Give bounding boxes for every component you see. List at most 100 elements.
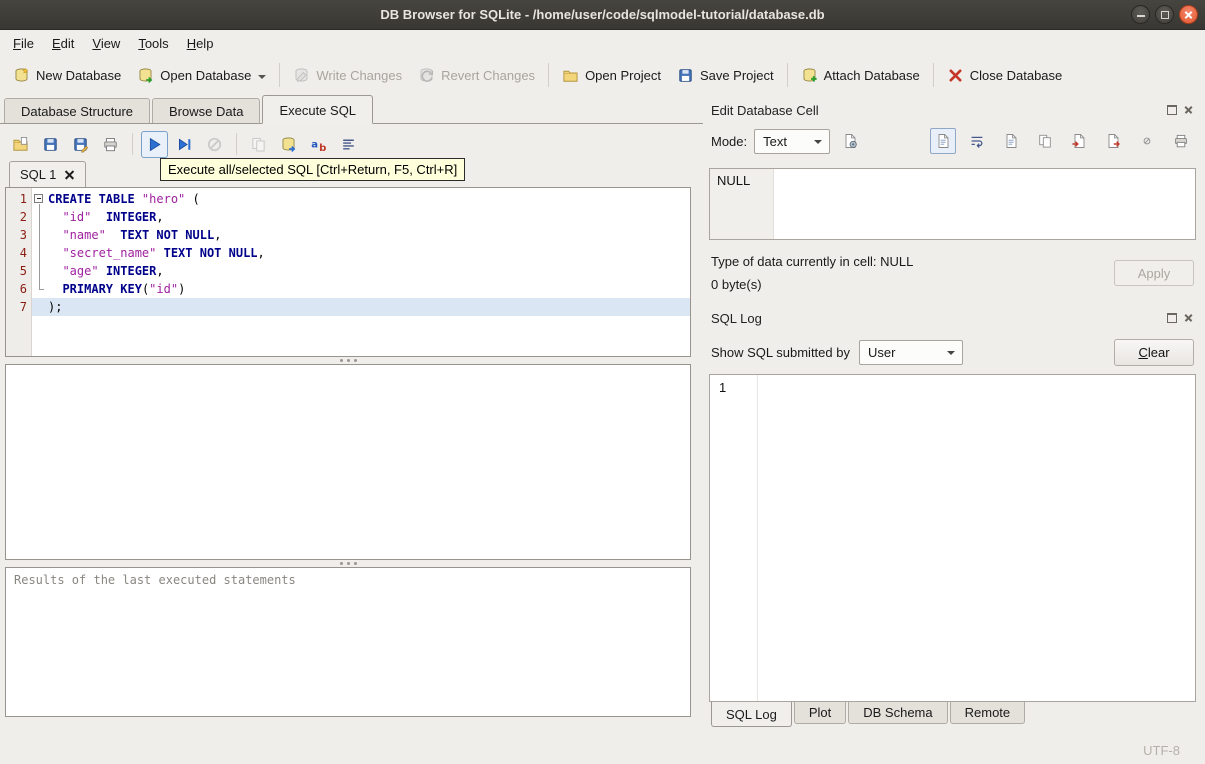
- revert-changes-icon: [418, 67, 435, 84]
- log-filter-select[interactable]: User: [858, 339, 963, 365]
- open-file-icon[interactable]: [998, 128, 1024, 154]
- save-sql-file-icon[interactable]: [37, 131, 64, 158]
- apply-button[interactable]: Apply: [1114, 260, 1194, 286]
- copy-icon[interactable]: [1032, 128, 1058, 154]
- minimize-icon[interactable]: [1131, 5, 1150, 24]
- word-wrap-icon[interactable]: [964, 128, 990, 154]
- cell-icon-group: [930, 128, 1194, 154]
- dock-float-icon[interactable]: [1166, 105, 1177, 116]
- set-null-icon[interactable]: [1134, 128, 1160, 154]
- edit-cell-dock-header: Edit Database Cell: [709, 98, 1196, 122]
- line-number: 6: [19, 282, 27, 296]
- maximize-icon[interactable]: [1155, 5, 1174, 24]
- open-database-dropdown-arrow[interactable]: [258, 74, 267, 83]
- fold-margin: [32, 244, 46, 262]
- editor-line-3: 3 "name" TEXT NOT NULL,: [6, 226, 690, 244]
- cell-mode-select[interactable]: Text: [754, 128, 831, 154]
- print-icon[interactable]: [97, 131, 124, 158]
- code-text[interactable]: CREATE TABLE "hero" (: [46, 190, 690, 208]
- export-data-icon[interactable]: [1100, 128, 1126, 154]
- query-results-grid: [5, 364, 691, 560]
- dock-float-icon[interactable]: [1166, 313, 1177, 324]
- dock-tab-remote[interactable]: Remote: [949, 702, 1026, 724]
- text-view-icon[interactable]: [930, 128, 956, 154]
- main-tab-bar: Database Structure Browse Data Execute SQL: [0, 94, 703, 124]
- fold-collapse-icon[interactable]: [34, 194, 43, 203]
- code-text[interactable]: "id" INTEGER,: [46, 208, 690, 226]
- stop-icon[interactable]: [201, 131, 228, 158]
- line-number: 5: [19, 264, 27, 278]
- execute-all-icon[interactable]: [141, 130, 168, 158]
- code-text[interactable]: "secret_name" TEXT NOT NULL,: [46, 244, 690, 262]
- dock-tab-db-schema[interactable]: DB Schema: [848, 702, 948, 724]
- toolbar-close-database[interactable]: Close Database: [939, 62, 1071, 89]
- encoding-label: UTF-8: [1143, 742, 1180, 758]
- import-settings-icon[interactable]: [837, 128, 863, 154]
- status-bar: UTF-8: [0, 736, 1205, 764]
- titlebar[interactable]: DB Browser for SQLite - /home/user/code/…: [0, 0, 1205, 30]
- sql-tab-close-icon[interactable]: [64, 169, 75, 180]
- fold-margin: [32, 208, 46, 226]
- log-gutter: 1: [710, 375, 758, 701]
- sql-editor-toolbar: ab: [5, 124, 691, 160]
- cell-type-info: Type of data currently in cell: NULL: [711, 254, 914, 269]
- toolbar-save-project[interactable]: Save Project: [669, 62, 782, 89]
- tab-database-structure[interactable]: Database Structure: [4, 98, 151, 123]
- line-number: 3: [19, 228, 27, 242]
- menu-view[interactable]: View: [83, 33, 129, 54]
- close-window-icon[interactable]: [1179, 5, 1198, 24]
- menu-tools[interactable]: Tools: [129, 33, 177, 54]
- main-toolbar: New Database Open Database Write Changes Re…: [0, 56, 1205, 94]
- log-filter-value: User: [867, 344, 896, 360]
- save-sql-as-icon[interactable]: [67, 131, 94, 158]
- toolbar-new-database[interactable]: New Database: [5, 62, 129, 89]
- copy-icon[interactable]: [245, 131, 272, 158]
- dock-tab-bar: SQL Log Plot DB Schema Remote: [709, 701, 1196, 730]
- open-project-icon: [562, 67, 579, 84]
- toolbar-separator: [279, 63, 281, 87]
- code-text[interactable]: "age" INTEGER,: [46, 262, 690, 280]
- dock-tab-sql-log[interactable]: SQL Log: [711, 701, 792, 727]
- print-icon[interactable]: [1168, 128, 1194, 154]
- format-sql-icon[interactable]: [335, 131, 362, 158]
- toolbar-open-project[interactable]: Open Project: [554, 62, 669, 89]
- sql-editor[interactable]: 1 CREATE TABLE "hero" (2 "id" INTEGER, 3 "…: [5, 187, 691, 357]
- sql-tab[interactable]: SQL 1: [9, 161, 87, 187]
- import-data-icon[interactable]: [1066, 128, 1092, 154]
- cell-editor[interactable]: NULL: [709, 168, 1196, 240]
- left-panel: Database Structure Browse Data Execute SQL…: [0, 94, 703, 736]
- toolbar-write-changes[interactable]: Write Changes: [285, 62, 410, 89]
- sql-tab-label: SQL 1: [20, 167, 57, 182]
- splitter-handle[interactable]: [5, 560, 691, 567]
- menu-help[interactable]: Help: [178, 33, 223, 54]
- toolbar-attach-database[interactable]: Attach Database: [793, 62, 928, 89]
- code-text[interactable]: );: [46, 298, 690, 316]
- menu-edit[interactable]: Edit: [43, 33, 83, 54]
- save-project-icon: [677, 67, 694, 84]
- log-filter-row: Show SQL submitted by User Clear: [709, 334, 1196, 370]
- find-replace-icon[interactable]: ab: [305, 131, 332, 158]
- dock-close-icon[interactable]: [1183, 105, 1194, 116]
- code-text[interactable]: "name" TEXT NOT NULL,: [46, 226, 690, 244]
- splitter-handle[interactable]: [5, 357, 691, 364]
- dock-close-icon[interactable]: [1183, 313, 1194, 324]
- editor-line-5: 5 "age" INTEGER,: [6, 262, 690, 280]
- open-sql-file-icon[interactable]: [7, 131, 34, 158]
- toolbar-open-database[interactable]: Open Database: [129, 62, 274, 89]
- log-filter-label: Show SQL submitted by: [711, 344, 850, 360]
- toolbar-separator: [786, 63, 788, 87]
- tab-browse-data[interactable]: Browse Data: [152, 98, 261, 123]
- code-text[interactable]: PRIMARY KEY("id"): [46, 280, 690, 298]
- line-number: 7: [19, 300, 27, 314]
- clear-button[interactable]: Clear: [1114, 338, 1194, 366]
- dock-tab-plot[interactable]: Plot: [793, 702, 847, 724]
- sql-log-list[interactable]: 1: [709, 374, 1196, 702]
- results-message-pane: Results of the last executed statements: [5, 567, 691, 717]
- export-database-icon[interactable]: [275, 131, 302, 158]
- execute-line-icon[interactable]: [171, 131, 198, 158]
- app-window: DB Browser for SQLite - /home/user/code/…: [0, 0, 1205, 764]
- tab-execute-sql[interactable]: Execute SQL: [262, 95, 374, 124]
- toolbar-revert-changes[interactable]: Revert Changes: [410, 62, 543, 89]
- sql-log-dock-header: SQL Log: [709, 306, 1196, 330]
- menu-file[interactable]: File: [4, 33, 43, 54]
